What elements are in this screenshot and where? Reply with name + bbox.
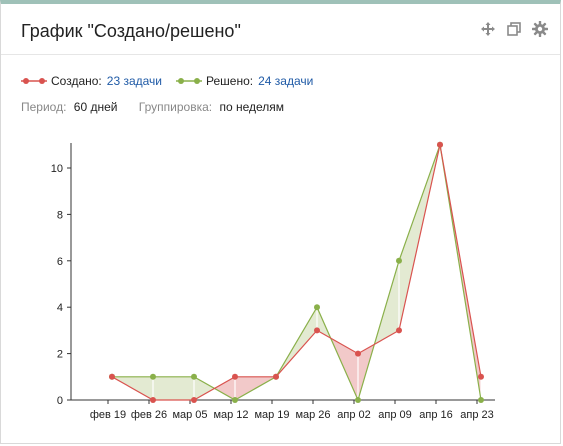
x-tick-label: мар 05 (172, 409, 207, 421)
x-tick-label: фев 19 (90, 409, 126, 421)
data-point-created (478, 373, 484, 380)
data-point-created (437, 141, 443, 148)
data-point-resolved (478, 397, 484, 403)
x-tick-label: апр 02 (337, 409, 370, 421)
created-resolved-chart: 0 2 4 6 8 10 фев 19 фев 26 мар 05 мар 12 мар 19 мар… (51, 141, 495, 421)
y-tick-label: 2 (57, 349, 63, 361)
data-point-created (232, 373, 238, 380)
x-tick-label: апр 16 (419, 409, 452, 421)
data-point-resolved (191, 373, 197, 380)
data-point-created (314, 327, 320, 334)
data-point-created (150, 397, 156, 403)
x-tick-label: мар 12 (213, 409, 248, 421)
created-resolved-gadget: График "Создано/решено" Создано: 23 зада… (0, 0, 561, 444)
data-point-resolved (314, 304, 320, 311)
data-point-created (109, 373, 115, 380)
data-point-resolved (150, 373, 156, 380)
x-tick-label: фев 26 (131, 409, 167, 421)
y-tick-label: 6 (57, 256, 63, 268)
data-point-created (355, 350, 361, 357)
series-line-created (111, 144, 482, 401)
x-tick-label: мар 19 (254, 409, 289, 421)
x-tick-label: мар 26 (295, 409, 330, 421)
data-point-resolved (396, 257, 402, 264)
series-line-resolved (112, 144, 482, 402)
data-point-resolved (232, 397, 238, 403)
data-point-created (273, 373, 279, 380)
data-point-resolved (355, 397, 361, 403)
difference-area (214, 376, 235, 400)
difference-area (153, 376, 194, 400)
data-point-created (396, 327, 402, 334)
y-tick-label: 0 (57, 395, 63, 407)
difference-area (194, 376, 215, 400)
y-tick-label: 10 (51, 163, 63, 175)
data-point-created (191, 397, 197, 403)
y-tick-label: 8 (57, 209, 63, 221)
x-tick-label: апр 23 (460, 409, 493, 421)
y-tick-label: 4 (57, 302, 63, 314)
x-tick-label: апр 09 (378, 409, 411, 421)
